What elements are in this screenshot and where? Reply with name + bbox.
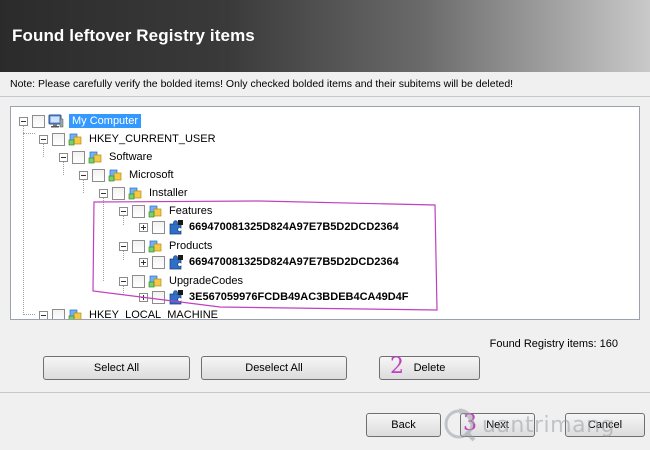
tree-item-label: 669470081325D824A97E7B5D2DCD2364: [189, 256, 399, 268]
computer-icon: [48, 114, 64, 128]
registry-folder-icon: [108, 169, 122, 182]
registry-folder-icon: [148, 205, 162, 218]
tree-item[interactable]: HKEY_CURRENT_USER: [39, 131, 216, 147]
tree-item[interactable]: My Computer: [19, 113, 142, 129]
deselect-all-button[interactable]: Deselect All: [201, 356, 347, 380]
collapse-icon[interactable]: [39, 310, 48, 319]
note-text: Note: Please carefully verify the bolded…: [10, 78, 514, 90]
expand-icon[interactable]: [139, 292, 148, 302]
collapse-icon[interactable]: [99, 188, 108, 198]
tree-item-label: Features: [169, 205, 213, 217]
tree-item-checkbox[interactable]: [52, 308, 65, 319]
collapse-icon[interactable]: [119, 206, 128, 216]
tree-item-label: Software: [109, 151, 153, 163]
tree-item[interactable]: Products: [119, 238, 212, 254]
back-button[interactable]: Back: [366, 413, 441, 437]
tree-item-label: HKEY_CURRENT_USER: [89, 133, 216, 145]
registry-folder-icon: [148, 275, 162, 288]
registry-folder-icon: [68, 309, 82, 319]
registry-folder-icon: [128, 187, 142, 200]
tree-item-label: Products: [169, 240, 213, 252]
tree-item[interactable]: 669470081325D824A97E7B5D2DCD2364: [139, 254, 399, 270]
expand-icon[interactable]: [139, 222, 148, 232]
tree-item-checkbox[interactable]: [152, 255, 165, 269]
collapse-icon[interactable]: [59, 152, 68, 162]
tree-item[interactable]: Features: [119, 203, 212, 219]
tree-item-label: HKEY_LOCAL_MACHINE: [89, 309, 218, 320]
divider: [0, 392, 650, 393]
tree-item-label: 669470081325D824A97E7B5D2DCD2364: [189, 221, 399, 233]
tree-item-label: My Computer: [69, 114, 142, 128]
window-header: Found leftover Registry items: [0, 0, 650, 72]
tree-item[interactable]: 3E567059976FCDB49AC3BDEB4CA49D4F: [139, 289, 409, 305]
step-number-3: 3: [463, 411, 477, 436]
step-number-2: 2: [390, 354, 404, 379]
puzzle-icon: [169, 255, 183, 270]
tree-item[interactable]: Software: [59, 149, 152, 165]
registry-folder-icon: [68, 133, 82, 146]
tree-item[interactable]: Microsoft: [79, 167, 174, 183]
puzzle-icon: [169, 290, 183, 305]
select-all-button[interactable]: Select All: [43, 356, 190, 380]
tree-item-checkbox[interactable]: [72, 150, 85, 164]
divider: [0, 96, 650, 97]
collapse-icon[interactable]: [119, 276, 128, 286]
tree-item-checkbox[interactable]: [132, 274, 145, 288]
window-title: Found leftover Registry items: [12, 26, 255, 45]
tree-item-checkbox[interactable]: [112, 186, 125, 200]
tree-item[interactable]: Installer: [99, 185, 188, 201]
tree-item-checkbox[interactable]: [132, 239, 145, 253]
registry-folder-icon: [88, 151, 102, 164]
registry-tree[interactable]: My Computer HKEY_CURRENT_USER Software Micr…: [10, 106, 640, 320]
tree-item-checkbox[interactable]: [52, 132, 65, 146]
tree-item[interactable]: 669470081325D824A97E7B5D2DCD2364: [139, 219, 399, 235]
tree-item-label: Installer: [149, 187, 188, 199]
found-registry-count: Found Registry items: 160: [489, 338, 618, 350]
collapse-icon[interactable]: [19, 116, 28, 126]
tree-item-checkbox[interactable]: [152, 290, 165, 304]
tree-item[interactable]: UpgradeCodes: [119, 273, 243, 289]
tree-item-checkbox[interactable]: [132, 204, 145, 218]
tree-item-label: Microsoft: [129, 169, 174, 181]
expand-icon[interactable]: [139, 257, 148, 267]
collapse-icon[interactable]: [119, 241, 128, 251]
tree-item-label: UpgradeCodes: [169, 275, 243, 287]
collapse-icon[interactable]: [79, 170, 88, 180]
tree-item-checkbox[interactable]: [92, 168, 105, 182]
tree-item-checkbox[interactable]: [32, 114, 45, 128]
tree-item[interactable]: HKEY_LOCAL_MACHINE: [39, 307, 218, 320]
tree-item-checkbox[interactable]: [152, 220, 165, 234]
registry-folder-icon: [148, 240, 162, 253]
tree-item-label: 3E567059976FCDB49AC3BDEB4CA49D4F: [189, 291, 409, 303]
puzzle-icon: [169, 220, 183, 235]
collapse-icon[interactable]: [39, 134, 48, 144]
cancel-button[interactable]: Cancel: [565, 413, 645, 437]
